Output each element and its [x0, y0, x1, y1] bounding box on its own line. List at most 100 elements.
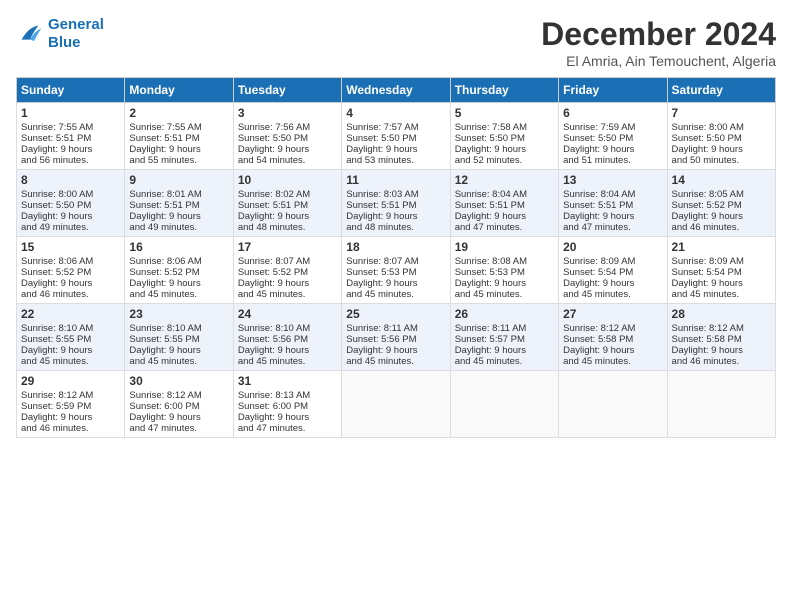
- day-info-line: and 56 minutes.: [21, 155, 120, 166]
- col-header-saturday: Saturday: [667, 78, 775, 103]
- calendar-cell: 23Sunrise: 8:10 AMSunset: 5:55 PMDayligh…: [125, 304, 233, 371]
- day-info-line: Daylight: 9 hours: [455, 211, 554, 222]
- day-number: 1: [21, 106, 120, 120]
- day-info-line: Daylight: 9 hours: [238, 412, 337, 423]
- day-info-line: Sunset: 5:50 PM: [346, 133, 445, 144]
- day-info-line: Sunrise: 7:57 AM: [346, 122, 445, 133]
- day-info-line: Daylight: 9 hours: [129, 144, 228, 155]
- day-info-line: Sunrise: 8:13 AM: [238, 390, 337, 401]
- day-info-line: Sunset: 5:51 PM: [455, 200, 554, 211]
- day-info-line: Sunset: 5:50 PM: [21, 200, 120, 211]
- day-info-line: Sunset: 5:57 PM: [455, 334, 554, 345]
- day-info-line: Sunrise: 8:12 AM: [672, 323, 771, 334]
- day-info-line: and 47 minutes.: [129, 423, 228, 434]
- day-info-line: Daylight: 9 hours: [346, 278, 445, 289]
- day-number: 3: [238, 106, 337, 120]
- calendar-cell: 7Sunrise: 8:00 AMSunset: 5:50 PMDaylight…: [667, 103, 775, 170]
- calendar-cell: 19Sunrise: 8:08 AMSunset: 5:53 PMDayligh…: [450, 237, 558, 304]
- day-info-line: Sunrise: 7:55 AM: [129, 122, 228, 133]
- day-number: 5: [455, 106, 554, 120]
- day-info-line: Sunset: 5:52 PM: [129, 267, 228, 278]
- day-info-line: Sunset: 5:52 PM: [672, 200, 771, 211]
- day-info-line: Daylight: 9 hours: [129, 211, 228, 222]
- day-info-line: Daylight: 9 hours: [563, 144, 662, 155]
- logo-text: General Blue: [48, 16, 104, 52]
- day-info-line: Daylight: 9 hours: [455, 345, 554, 356]
- calendar-cell: 14Sunrise: 8:05 AMSunset: 5:52 PMDayligh…: [667, 170, 775, 237]
- day-info-line: and 50 minutes.: [672, 155, 771, 166]
- calendar-cell: 20Sunrise: 8:09 AMSunset: 5:54 PMDayligh…: [559, 237, 667, 304]
- day-number: 23: [129, 307, 228, 321]
- day-info-line: Sunset: 5:52 PM: [21, 267, 120, 278]
- day-number: 25: [346, 307, 445, 321]
- day-number: 26: [455, 307, 554, 321]
- day-info-line: Sunrise: 8:12 AM: [21, 390, 120, 401]
- day-info-line: and 53 minutes.: [346, 155, 445, 166]
- day-info-line: Sunrise: 7:59 AM: [563, 122, 662, 133]
- col-header-wednesday: Wednesday: [342, 78, 450, 103]
- calendar-cell: 22Sunrise: 8:10 AMSunset: 5:55 PMDayligh…: [17, 304, 125, 371]
- col-header-thursday: Thursday: [450, 78, 558, 103]
- day-info-line: Daylight: 9 hours: [238, 144, 337, 155]
- day-number: 15: [21, 240, 120, 254]
- day-info-line: Sunset: 5:50 PM: [455, 133, 554, 144]
- day-info-line: Sunset: 5:59 PM: [21, 401, 120, 412]
- day-info-line: Daylight: 9 hours: [21, 211, 120, 222]
- day-info-line: Daylight: 9 hours: [563, 211, 662, 222]
- col-header-tuesday: Tuesday: [233, 78, 341, 103]
- calendar-cell: 5 Sunrise: 7:58 AMSunset: 5:50 PMDaylight…: [450, 103, 558, 170]
- calendar-cell: 6Sunrise: 7:59 AMSunset: 5:50 PMDaylight…: [559, 103, 667, 170]
- day-info-line: Sunrise: 8:09 AM: [563, 256, 662, 267]
- calendar-cell: [559, 371, 667, 438]
- day-info-line: and 45 minutes.: [129, 289, 228, 300]
- day-info-line: Daylight: 9 hours: [455, 144, 554, 155]
- day-info-line: and 45 minutes.: [563, 356, 662, 367]
- calendar-cell: [450, 371, 558, 438]
- calendar-week-1: 1Sunrise: 7:55 AMSunset: 5:51 PMDaylight…: [17, 103, 776, 170]
- day-info-line: Sunrise: 8:02 AM: [238, 189, 337, 200]
- calendar-cell: 18Sunrise: 8:07 AMSunset: 5:53 PMDayligh…: [342, 237, 450, 304]
- day-info-line: and 46 minutes.: [672, 356, 771, 367]
- day-info-line: Sunset: 5:51 PM: [563, 200, 662, 211]
- day-number: 8: [21, 173, 120, 187]
- day-info-line: Sunset: 5:51 PM: [238, 200, 337, 211]
- day-info-line: Daylight: 9 hours: [563, 345, 662, 356]
- day-number: 20: [563, 240, 662, 254]
- day-number: 19: [455, 240, 554, 254]
- day-info-line: Sunset: 5:53 PM: [346, 267, 445, 278]
- day-info-line: Sunset: 5:58 PM: [672, 334, 771, 345]
- day-info-line: Sunrise: 8:09 AM: [672, 256, 771, 267]
- col-header-friday: Friday: [559, 78, 667, 103]
- day-info-line: and 47 minutes.: [563, 222, 662, 233]
- day-info-line: Sunset: 5:51 PM: [129, 200, 228, 211]
- day-info-line: Sunset: 5:54 PM: [672, 267, 771, 278]
- calendar-cell: [667, 371, 775, 438]
- calendar-cell: 13Sunrise: 8:04 AMSunset: 5:51 PMDayligh…: [559, 170, 667, 237]
- day-info-line: Daylight: 9 hours: [672, 345, 771, 356]
- day-number: 29: [21, 374, 120, 388]
- day-info-line: and 45 minutes.: [238, 356, 337, 367]
- day-info-line: Sunrise: 8:00 AM: [672, 122, 771, 133]
- logo-icon: [16, 20, 44, 48]
- day-info-line: Sunset: 5:56 PM: [238, 334, 337, 345]
- day-info-line: Sunrise: 8:12 AM: [563, 323, 662, 334]
- calendar-cell: 24Sunrise: 8:10 AMSunset: 5:56 PMDayligh…: [233, 304, 341, 371]
- day-number: 9: [129, 173, 228, 187]
- day-info-line: Sunrise: 7:58 AM: [455, 122, 554, 133]
- calendar-title: December 2024: [541, 16, 776, 53]
- day-info-line: and 49 minutes.: [21, 222, 120, 233]
- day-number: 28: [672, 307, 771, 321]
- day-number: 14: [672, 173, 771, 187]
- day-info-line: and 47 minutes.: [455, 222, 554, 233]
- day-info-line: Sunrise: 8:12 AM: [129, 390, 228, 401]
- day-info-line: and 55 minutes.: [129, 155, 228, 166]
- calendar-cell: 3Sunrise: 7:56 AMSunset: 5:50 PMDaylight…: [233, 103, 341, 170]
- day-info-line: Daylight: 9 hours: [672, 278, 771, 289]
- day-info-line: Sunset: 5:58 PM: [563, 334, 662, 345]
- calendar-cell: 16Sunrise: 8:06 AMSunset: 5:52 PMDayligh…: [125, 237, 233, 304]
- day-info-line: Sunrise: 8:01 AM: [129, 189, 228, 200]
- calendar-cell: 17Sunrise: 8:07 AMSunset: 5:52 PMDayligh…: [233, 237, 341, 304]
- day-info-line: Sunset: 5:53 PM: [455, 267, 554, 278]
- day-info-line: Daylight: 9 hours: [21, 278, 120, 289]
- calendar-table: SundayMondayTuesdayWednesdayThursdayFrid…: [16, 77, 776, 438]
